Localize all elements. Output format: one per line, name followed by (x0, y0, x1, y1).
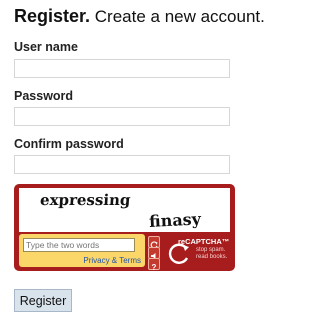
confirm-password-label: Confirm password (14, 137, 124, 151)
captcha-word-2: finasy (149, 209, 203, 231)
recaptcha-brand: reCAPTCHA™ (178, 237, 230, 246)
captcha-image: expressing finasy (19, 188, 230, 232)
register-button[interactable]: Register (14, 289, 72, 312)
svg-text:?: ? (152, 263, 157, 272)
recaptcha-tagline: stop spam. read books. (196, 247, 227, 261)
page-title-rest: Create a new account. (90, 7, 265, 26)
password-field[interactable] (14, 107, 230, 126)
privacy-terms-link[interactable]: Privacy & Terms (83, 256, 141, 265)
password-label: Password (14, 89, 74, 103)
help-icon[interactable]: ? (148, 258, 160, 272)
captcha-response-input[interactable] (23, 238, 135, 252)
page-title: Register. Create a new account. (14, 6, 265, 27)
recaptcha-logo: reCAPTCHA™ stop spam. read books. (166, 235, 230, 269)
tagline-line-1: stop spam. (196, 247, 226, 253)
username-field[interactable] (14, 59, 230, 78)
page-title-strong: Register. (14, 6, 91, 26)
tagline-line-2: read books. (196, 254, 228, 260)
captcha-word-1: expressing (40, 191, 132, 209)
username-label: User name (14, 40, 78, 54)
confirm-password-field[interactable] (14, 155, 230, 174)
recaptcha-widget: expressing finasy Privacy & Terms ? reCA… (14, 184, 235, 272)
captcha-response-panel: Privacy & Terms (19, 234, 145, 267)
